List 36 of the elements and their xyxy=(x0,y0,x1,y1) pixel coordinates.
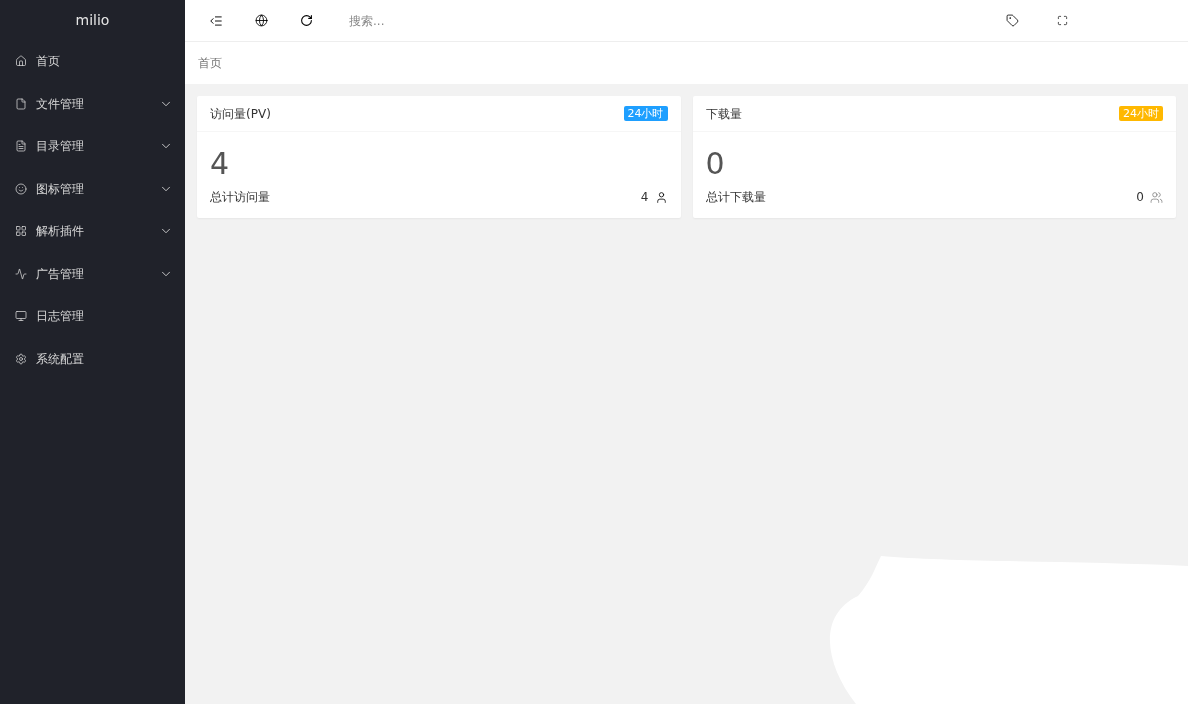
grid-icon xyxy=(15,225,27,238)
sidebar-item[interactable]: 文件管理 xyxy=(0,82,185,125)
stat-value: 0 xyxy=(705,146,725,182)
sidebar-item[interactable]: 首页 xyxy=(0,40,185,83)
sidebar-item[interactable]: 日志管理 xyxy=(0,295,185,338)
tag-button[interactable] xyxy=(1006,14,1019,27)
home-icon xyxy=(15,55,27,68)
document-icon xyxy=(15,140,27,153)
settings-icon xyxy=(15,352,27,365)
stat-value: 4 xyxy=(210,146,230,182)
search-field[interactable]: 搜索... xyxy=(349,11,549,30)
card-title: 下载量 xyxy=(705,105,742,123)
pulse-icon xyxy=(15,267,27,280)
time-badge: 24小时 xyxy=(623,106,668,121)
file-icon xyxy=(15,97,27,110)
card-title: 访问量(PV) xyxy=(210,105,271,123)
smiley-icon xyxy=(15,182,27,195)
time-badge: 24小时 xyxy=(1119,106,1163,121)
users-icon xyxy=(1150,190,1163,204)
monitor-icon xyxy=(15,310,27,323)
card-footer-label: 总计下载量 xyxy=(705,189,766,206)
globe-button[interactable] xyxy=(255,14,268,27)
logo-text: milio xyxy=(75,10,110,30)
stat-count: 4 xyxy=(640,189,649,206)
sidebar-item[interactable]: 广告管理 xyxy=(0,252,185,295)
collapse-menu-button[interactable] xyxy=(209,13,223,28)
sidebar-item[interactable]: 目录管理 xyxy=(0,125,185,168)
sidebar-item[interactable]: 解析插件 xyxy=(0,210,185,253)
sidebar-item[interactable]: 系统配置 xyxy=(0,337,185,380)
breadcrumb-link[interactable]: 首页 xyxy=(198,54,222,72)
card-footer-label: 总计访问量 xyxy=(210,189,270,206)
user-icon xyxy=(654,190,668,204)
stat-count: 0 xyxy=(1136,189,1144,206)
fullscreen-button[interactable] xyxy=(1057,15,1068,26)
sidebar-item[interactable]: 图标管理 xyxy=(0,167,185,210)
refresh-button[interactable] xyxy=(300,14,313,27)
